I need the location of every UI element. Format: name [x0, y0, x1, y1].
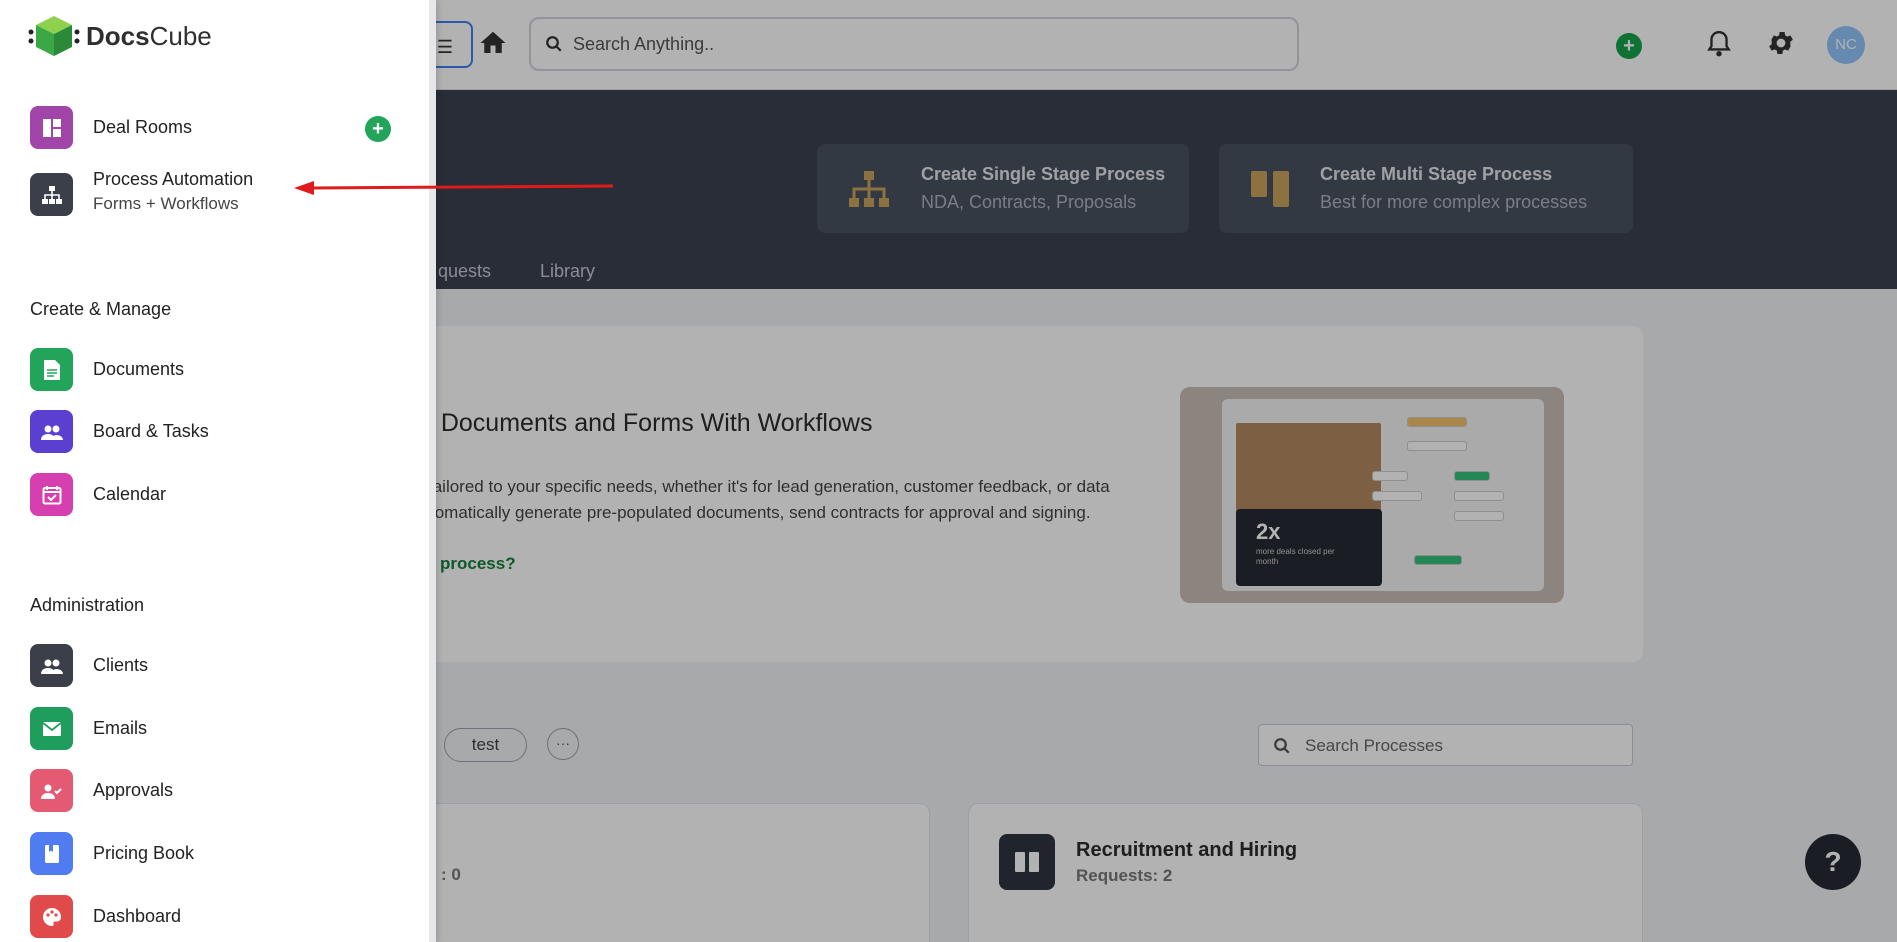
people-icon [30, 410, 73, 453]
sidebar-item-emails[interactable]: Emails [30, 707, 147, 750]
sidebar-item-sublabel: Forms + Workflows [93, 194, 239, 213]
sidebar-item-label: Process Automation [93, 169, 254, 189]
sidebar-item-dashboard[interactable]: Dashboard [30, 895, 181, 938]
logo-text-light: Cube [149, 20, 212, 51]
book-icon [30, 832, 73, 875]
sidebar-item-label: Deal Rooms [93, 117, 193, 137]
section-title-administration: Administration [30, 595, 145, 615]
sidebar-item-process-automation[interactable]: Process Automation Forms + Workflows [30, 169, 253, 216]
sidebar-item-label: Documents [93, 359, 185, 379]
user-check-icon [30, 769, 73, 812]
sidebar-item-pricing-book[interactable]: Pricing Book [30, 832, 194, 875]
sidebar-item-deal-rooms[interactable]: Deal Rooms [30, 106, 192, 149]
sidebar-item-documents[interactable]: Documents [30, 348, 184, 391]
sidebar-item-clients[interactable]: Clients [30, 644, 148, 687]
document-icon [30, 348, 73, 391]
sidebar-item-calendar[interactable]: Calendar [30, 473, 166, 516]
sidebar-drawer: DocsCube Deal Rooms + Process Automation… [0, 0, 436, 942]
sidebar-item-label: Dashboard [93, 906, 182, 926]
sidebar-item-label: Calendar [93, 484, 167, 504]
logo-text-bold: Docs [86, 20, 150, 51]
sidebar-item-text: Process Automation Forms + Workflows [93, 169, 253, 214]
sidebar-item-label: Emails [93, 718, 148, 738]
sidebar-item-label: Clients [93, 655, 149, 675]
calendar-check-icon [30, 473, 73, 516]
people-icon [30, 644, 73, 687]
sidebar-item-label: Pricing Book [93, 843, 195, 863]
sitemap-icon [30, 173, 73, 216]
sidebar-item-label: Approvals [93, 780, 174, 800]
cube-logo-icon [28, 16, 80, 56]
sidebar-item-approvals[interactable]: Approvals [30, 769, 173, 812]
dashboard-layout-icon [30, 106, 73, 149]
app-logo-text: DocsCube [86, 21, 212, 52]
sidebar-item-board-tasks[interactable]: Board & Tasks [30, 410, 209, 453]
envelope-icon [30, 707, 73, 750]
section-title-create-manage: Create & Manage [30, 299, 172, 319]
sidebar-item-label: Board & Tasks [93, 421, 209, 441]
sidebar-scrollbar[interactable] [429, 0, 436, 942]
add-deal-room-button[interactable]: + [365, 116, 391, 142]
palette-icon [30, 895, 73, 938]
app-logo[interactable]: DocsCube [28, 14, 212, 58]
annotation-arrow-icon [294, 181, 614, 195]
